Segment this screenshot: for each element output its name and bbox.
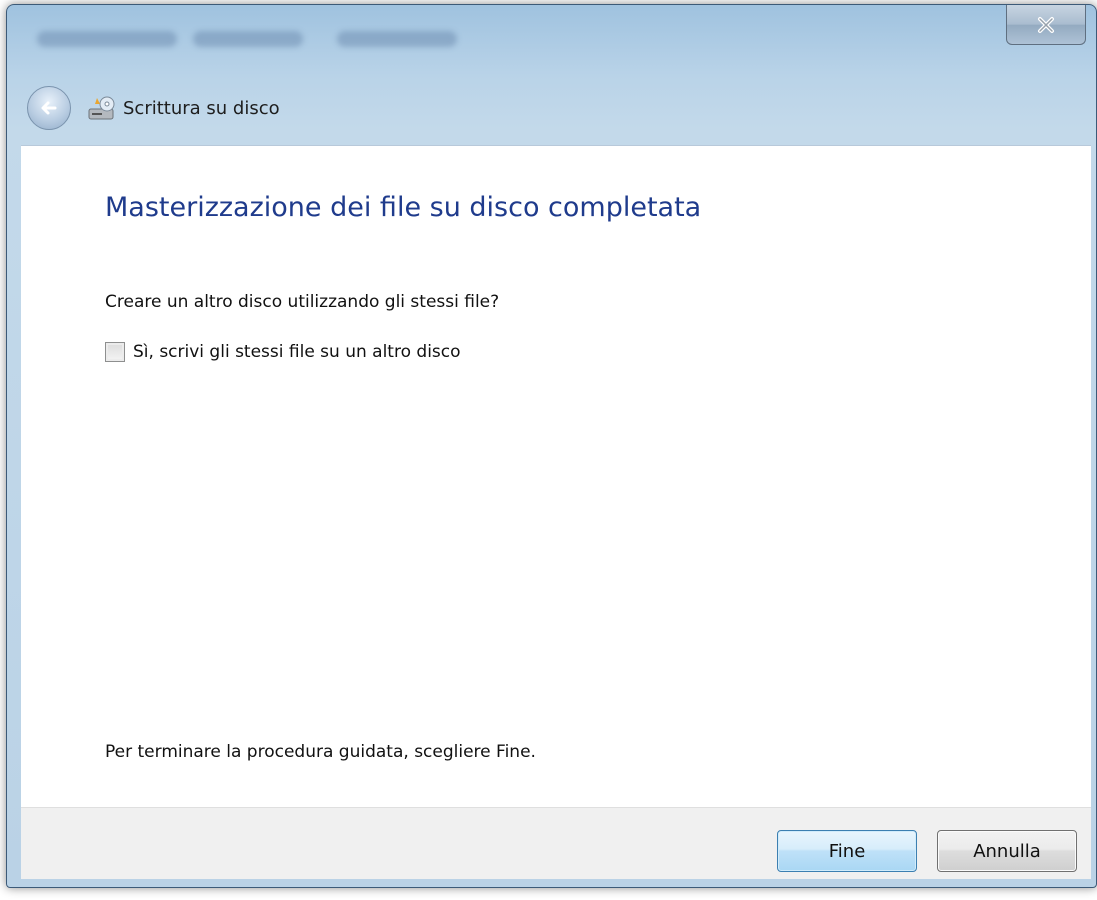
back-arrow-icon	[41, 101, 57, 115]
page-heading: Masterizzazione dei file su disco comple…	[105, 192, 702, 223]
question-text: Creare un altro disco utilizzando gli st…	[105, 292, 500, 312]
back-button[interactable]	[27, 86, 71, 130]
repeat-burn-option[interactable]: Sì, scrivi gli stessi file su un altro d…	[105, 342, 461, 362]
wizard-content: Masterizzazione dei file su disco comple…	[21, 145, 1091, 807]
wizard-title: Scrittura su disco	[123, 97, 280, 119]
disc-burner-icon	[88, 96, 115, 120]
close-icon	[1038, 16, 1054, 33]
cancel-button[interactable]: Annulla	[937, 830, 1077, 872]
wizard-window: Scrittura su disco Masterizzazione dei f…	[6, 4, 1097, 888]
close-button[interactable]	[1006, 5, 1086, 45]
background-blur	[37, 31, 177, 47]
finish-button[interactable]: Fine	[777, 830, 917, 872]
button-bar: Fine Annulla	[21, 807, 1091, 879]
title-bar[interactable]	[7, 5, 1096, 77]
wizard-nav: Scrittura su disco	[27, 83, 280, 133]
background-blur	[193, 31, 303, 47]
repeat-burn-label[interactable]: Sì, scrivi gli stessi file su un altro d…	[133, 342, 461, 362]
repeat-burn-checkbox[interactable]	[105, 342, 125, 362]
finish-hint: Per terminare la procedura guidata, sceg…	[105, 742, 536, 762]
background-blur	[337, 31, 457, 47]
